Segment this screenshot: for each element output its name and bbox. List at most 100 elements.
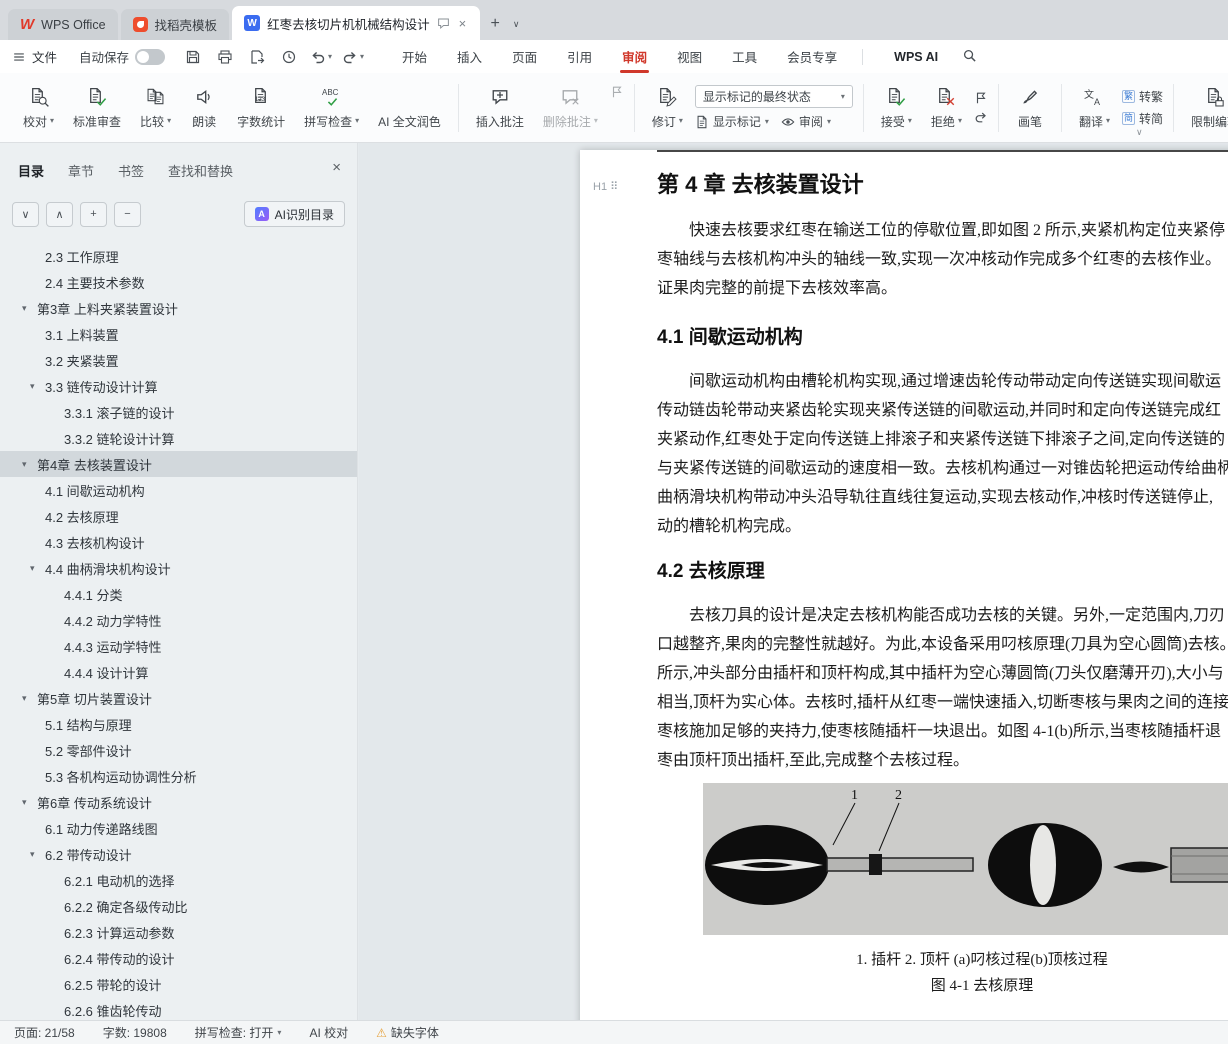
toc-item[interactable]: 6.2.2 确定各级传动比: [0, 893, 357, 919]
delete-comment-button[interactable]: 删除批注 ▾: [536, 78, 605, 138]
chevron-expand-icon[interactable]: ▾: [22, 303, 37, 314]
sidebar-tab-sections[interactable]: 章节: [68, 161, 94, 180]
expand-all-button[interactable]: ∧: [46, 201, 73, 227]
chevron-expand-icon[interactable]: ▾: [22, 693, 37, 704]
markup-state-dropdown[interactable]: 显示标记的最终状态 ▾: [694, 85, 853, 108]
toc-item[interactable]: 4.4.2 动力学特性: [0, 607, 357, 633]
toc-item[interactable]: 6.1 动力传递路线图: [0, 815, 357, 841]
heading-drag-handle[interactable]: H1 ⠿: [593, 180, 618, 194]
review-pane-button[interactable]: 审阅 ▾: [781, 113, 831, 130]
toc-item[interactable]: 4.2 去核原理: [0, 503, 357, 529]
toc-item[interactable]: ▾ 6.2 带传动设计: [0, 841, 357, 867]
save-button[interactable]: [181, 45, 205, 69]
ai-polish-button[interactable]: AI 全文润色: [371, 78, 448, 138]
menu-view[interactable]: 视图: [662, 40, 717, 73]
toc-item[interactable]: 6.2.6 锥齿轮传动: [0, 997, 357, 1020]
toc-item[interactable]: ▾ 3.3 链传动设计计算: [0, 373, 357, 399]
collapse-ribbon-icon[interactable]: ∨: [1136, 127, 1143, 138]
undo-button[interactable]: ▾: [309, 45, 333, 69]
tab-docer-templates[interactable]: 找稻壳模板: [120, 9, 230, 40]
close-sidebar-icon[interactable]: ×: [332, 159, 341, 176]
insert-comment-button[interactable]: 插入批注: [469, 78, 531, 138]
toc-item[interactable]: 3.3.2 链轮设计计算: [0, 425, 357, 451]
new-tab-button[interactable]: +: [483, 12, 507, 36]
toc-item[interactable]: 6.2.4 带传动的设计: [0, 945, 357, 971]
track-changes-button[interactable]: 修订 ▾: [645, 78, 690, 138]
ai-proofread-button[interactable]: AI 校对: [309, 1024, 348, 1041]
missing-font-warning[interactable]: ⚠ 缺失字体: [376, 1024, 439, 1041]
collapse-all-button[interactable]: ∨: [12, 201, 39, 227]
toc-item[interactable]: 6.2.1 电动机的选择: [0, 867, 357, 893]
toc-item[interactable]: ▾ 第5章 切片装置设计: [0, 685, 357, 711]
export-button[interactable]: [245, 45, 269, 69]
toc-item[interactable]: 4.4.1 分类: [0, 581, 357, 607]
menu-insert[interactable]: 插入: [442, 40, 497, 73]
toc-item[interactable]: 4.4.4 设计计算: [0, 659, 357, 685]
search-icon[interactable]: [962, 48, 977, 66]
toc-item[interactable]: 6.2.3 计算运动参数: [0, 919, 357, 945]
ink-brush-button[interactable]: 画笔: [1009, 78, 1051, 138]
proofread-button[interactable]: 校对 ▾: [16, 78, 61, 138]
print-button[interactable]: [213, 45, 237, 69]
toc-item[interactable]: ▾ 4.4 曲柄滑块机构设计: [0, 555, 357, 581]
file-menu-button[interactable]: 文件: [0, 40, 69, 73]
tab-wps-office[interactable]: W WPS Office: [8, 9, 118, 40]
accept-change-button[interactable]: 接受 ▾: [874, 78, 919, 138]
menu-membership[interactable]: 会员专享: [772, 40, 852, 73]
chevron-expand-icon[interactable]: ▾: [30, 849, 45, 860]
wps-ai-button[interactable]: WPS AI: [873, 49, 938, 64]
toc-item[interactable]: 4.3 去核机构设计: [0, 529, 357, 555]
comment-bubble-icon[interactable]: [437, 17, 450, 30]
restrict-editing-button[interactable]: 限制编辑: [1184, 78, 1228, 138]
toc-item[interactable]: 5.2 零部件设计: [0, 737, 357, 763]
to-simplified-button[interactable]: 简转简: [1121, 110, 1163, 127]
tab-current-document[interactable]: W 红枣去核切片机机械结构设计 ×: [232, 6, 481, 40]
menu-page[interactable]: 页面: [497, 40, 552, 73]
toc-item[interactable]: 3.1 上料装置: [0, 321, 357, 347]
sidebar-tab-toc[interactable]: 目录: [18, 161, 44, 180]
toc-item[interactable]: ▾ 第3章 上料夹紧装置设计: [0, 295, 357, 321]
toc-item-current[interactable]: ▾ 第4章 去核装置设计: [0, 451, 357, 477]
toc-item[interactable]: 5.3 各机构运动协调性分析: [0, 763, 357, 789]
tab-list-chevron-icon[interactable]: ∨: [507, 12, 525, 36]
redo-button[interactable]: ▾: [341, 45, 365, 69]
comment-nav-button[interactable]: [610, 85, 624, 99]
toc-item[interactable]: 3.3.1 滚子链的设计: [0, 399, 357, 425]
next-change-button[interactable]: [974, 110, 988, 124]
toc-item[interactable]: 2.4 主要技术参数: [0, 269, 357, 295]
standard-review-button[interactable]: 标准审查: [66, 78, 128, 138]
menu-home[interactable]: 开始: [387, 40, 442, 73]
menu-review[interactable]: 审阅: [607, 40, 662, 73]
to-traditional-button[interactable]: 繁转繁: [1121, 88, 1163, 105]
reject-change-button[interactable]: 拒绝 ▾: [924, 78, 969, 138]
figure-4-1[interactable]: 1 2: [703, 783, 1228, 935]
zoom-in-toc-button[interactable]: +: [80, 201, 107, 227]
document-page[interactable]: H1 ⠿ 第 4 章 去核装置设计 快速去核要求红枣在输送工位的停歇位置,即如图 …: [580, 150, 1228, 1020]
sidebar-tab-bookmarks[interactable]: 书签: [118, 161, 144, 180]
close-tab-icon[interactable]: ×: [457, 16, 469, 31]
chevron-expand-icon[interactable]: ▾: [30, 563, 45, 574]
chevron-expand-icon[interactable]: ▾: [22, 459, 37, 470]
ai-recognize-toc-button[interactable]: A AI识别目录: [243, 201, 345, 227]
read-aloud-button[interactable]: 朗读: [183, 78, 225, 138]
word-count-button[interactable]: 123 字数统计: [230, 78, 292, 138]
show-markup-button[interactable]: 显示标记 ▾: [695, 113, 769, 130]
toc-item[interactable]: 2.3 工作原理: [0, 243, 357, 269]
previous-change-button[interactable]: [974, 91, 988, 105]
history-button[interactable]: [277, 45, 301, 69]
zoom-out-toc-button[interactable]: −: [114, 201, 141, 227]
menu-reference[interactable]: 引用: [552, 40, 607, 73]
sidebar-tab-find-replace[interactable]: 查找和替换: [168, 161, 233, 180]
toc-item[interactable]: 6.2.5 带轮的设计: [0, 971, 357, 997]
toc-item[interactable]: ▾ 第6章 传动系统设计: [0, 789, 357, 815]
spell-check-button[interactable]: ABC 拼写检查 ▾: [297, 78, 366, 138]
menu-tools[interactable]: 工具: [717, 40, 772, 73]
toc-item[interactable]: 5.1 结构与原理: [0, 711, 357, 737]
autosave-toggle[interactable]: [135, 48, 166, 65]
translate-button[interactable]: 文A 翻译 ▾: [1072, 78, 1117, 138]
toc-item[interactable]: 4.4.3 运动学特性: [0, 633, 357, 659]
toc-item[interactable]: 3.2 夹紧装置: [0, 347, 357, 373]
chevron-expand-icon[interactable]: ▾: [22, 797, 37, 808]
spell-check-status[interactable]: 拼写检查: 打开 ▾: [195, 1024, 282, 1041]
toc-item[interactable]: 4.1 间歇运动机构: [0, 477, 357, 503]
